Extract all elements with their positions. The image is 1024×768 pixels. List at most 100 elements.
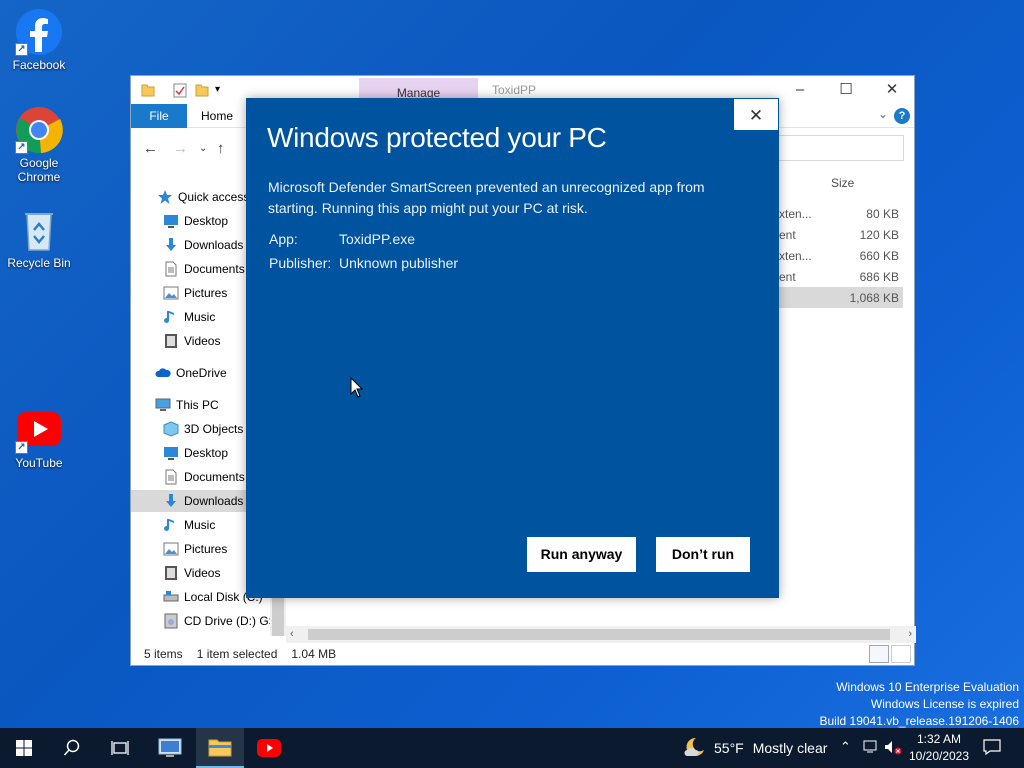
moon-cloud-icon [684,737,704,756]
start-button[interactable] [0,728,48,768]
windows-logo-icon [16,740,32,756]
show-hidden-icons-icon[interactable]: ⌃ [840,739,851,755]
file-row[interactable]: ent 686 KB [779,266,903,287]
search-button[interactable] [48,728,96,768]
document-icon [163,261,179,277]
status-bar: 5 items 1 item selected 1.04 MB [131,643,914,665]
search-icon [63,739,80,756]
run-anyway-button[interactable]: Run anyway [527,537,636,572]
expand-ribbon-icon[interactable]: ⌄ [878,107,888,121]
horizontal-scrollbar[interactable]: ‹ › [286,626,916,643]
task-view-button[interactable] [96,728,144,768]
app-value: ToxidPP.exe [339,231,416,247]
desktop-icon-google-chrome[interactable]: ↗ Google Chrome [4,106,74,184]
scroll-right-icon[interactable]: › [908,626,912,643]
column-header-size[interactable]: Size [831,176,854,190]
help-icon[interactable]: ? [894,108,910,124]
picture-icon [163,541,179,557]
cd-drive-icon [163,613,179,629]
back-arrow-icon[interactable]: ← [143,140,158,157]
desktop-icon-facebook[interactable]: ↗ Facebook [4,8,74,72]
desktop-icon-recycle-bin[interactable]: Recycle Bin [4,206,74,270]
status-item-count: 5 items [144,647,183,661]
status-selected: 1 item selected [196,647,278,661]
picture-icon [163,285,179,301]
up-arrow-icon[interactable]: ↑ [217,140,225,157]
publisher-value: Unknown publisher [339,255,459,271]
desktop-icon [163,213,179,229]
app-row: App: ToxidPP.exe [269,231,415,247]
recycle-bin-icon [15,206,63,254]
cube-icon [163,421,179,437]
properties-icon[interactable] [173,82,187,98]
desktop-icon [163,445,179,461]
youtube-icon: ↗ [15,406,63,454]
tab-file[interactable]: File [131,104,187,128]
forward-arrow-icon[interactable]: → [173,140,188,157]
app-label: App: [269,231,298,247]
new-folder-icon[interactable] [195,82,209,98]
cloud-icon [155,365,171,381]
scrollbar-thumb[interactable] [308,629,890,640]
dialog-message: Microsoft Defender SmartScreen prevented… [268,179,705,216]
large-icons-view-icon[interactable] [891,645,911,663]
dont-run-button[interactable]: Don’t run [656,537,750,572]
file-row[interactable]: xten... 660 KB [779,245,903,266]
clock-date: 10/20/2023 [908,749,970,763]
file-row-selected[interactable]: 1,068 KB [779,287,903,308]
desktop-icon-youtube[interactable]: ↗ YouTube [4,406,74,470]
computer-icon [155,397,171,413]
taskbar-app-remote-desktop[interactable] [146,728,194,768]
youtube-icon [257,739,281,757]
publisher-label: Publisher: [269,255,332,271]
desktop-icon-label: YouTube [15,456,63,470]
maximize-icon[interactable]: ☐ [823,76,869,104]
music-icon [163,309,179,325]
system-clock[interactable]: 1:32 AM 10/20/2023 [903,731,975,765]
minimize-icon[interactable]: – [777,76,823,104]
computer-app-icon [158,738,182,757]
weather-widget[interactable]: 55°F Mostly clear [682,728,827,768]
scrollbar-thumb[interactable] [272,596,284,636]
file-row[interactable]: xten... 80 KB [779,203,903,224]
search-input[interactable] [776,135,904,161]
volume-muted-icon[interactable] [884,739,902,758]
taskbar-app-youtube[interactable] [245,728,293,768]
video-icon [163,333,179,349]
document-icon [163,469,179,485]
close-icon[interactable]: ✕ [869,76,915,104]
tab-home[interactable]: Home [201,104,233,128]
customize-quick-access-icon[interactable]: ▾ [215,82,229,98]
mouse-cursor-icon [350,376,364,399]
file-row[interactable]: ent 120 KB [779,224,903,245]
shortcut-arrow-icon: ↗ [15,141,28,154]
scroll-left-icon[interactable]: ‹ [290,626,294,643]
desktop-icon-label: Facebook [12,58,66,72]
publisher-row: Publisher: Unknown publisher [269,255,458,271]
smartscreen-dialog: ✕ Windows protected your PC Microsoft De… [246,98,779,598]
video-icon [163,565,179,581]
drive-icon [163,589,179,605]
details-view-icon[interactable] [869,645,889,663]
status-size: 1.04 MB [291,647,337,661]
nav-item-cd-drive[interactable]: CD Drive (D:) GS [131,610,286,632]
dialog-title: Windows protected your PC [267,122,607,153]
taskbar-app-file-explorer[interactable] [196,728,244,768]
desktop-icon-label: Recycle Bin [7,256,71,270]
download-icon [163,237,179,253]
close-icon[interactable]: ✕ [733,98,779,131]
chrome-icon: ↗ [15,106,63,154]
folder-icon [208,739,232,757]
notifications-icon[interactable] [983,739,1001,758]
window-title: ToxidPP [492,83,537,97]
network-icon[interactable] [862,739,880,758]
download-icon [163,493,179,509]
clock-time: 1:32 AM [916,732,962,746]
windows-activation-watermark: Windows 10 Enterprise Evaluation Windows… [819,680,1020,728]
shortcut-arrow-icon: ↗ [15,43,28,56]
taskbar: 55°F Mostly clear ⌃ 1:32 AM 10/20/2023 [0,728,1024,768]
shortcut-arrow-icon: ↗ [15,441,28,454]
star-icon [157,189,173,205]
recent-locations-icon[interactable]: ⌄ [199,143,207,154]
task-view-icon [111,741,129,755]
